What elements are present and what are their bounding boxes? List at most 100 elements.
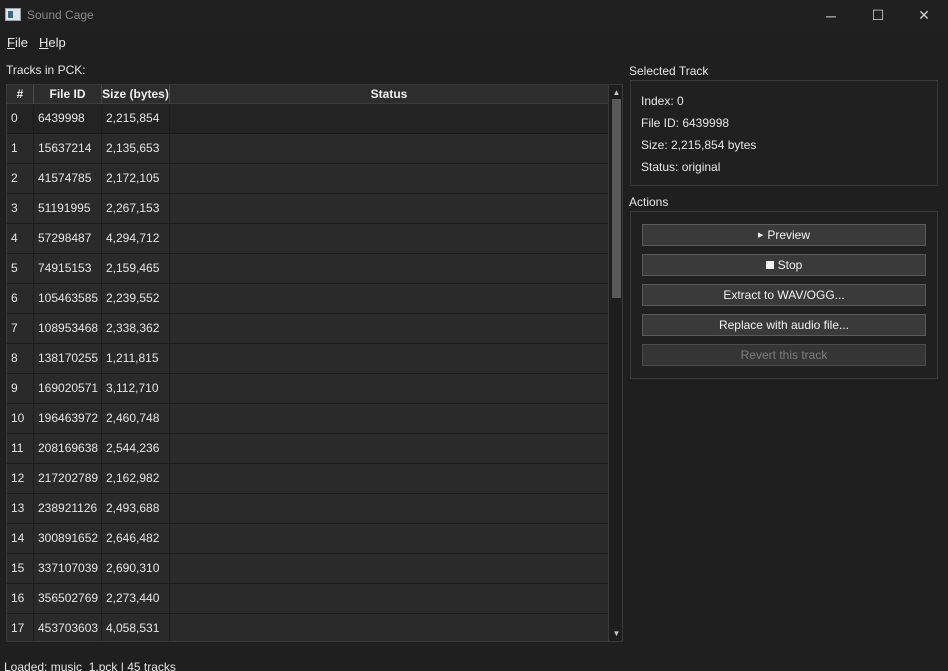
selected-track-panel: Index: 0 File ID: 6439998 Size: 2,215,85… bbox=[630, 80, 938, 186]
cell-file-id: 108953468 bbox=[34, 314, 102, 343]
column-header-size[interactable]: Size (bytes) bbox=[102, 85, 170, 104]
cell-status bbox=[170, 164, 608, 193]
cell-size: 2,267,153 bbox=[102, 194, 170, 223]
status-bar-text: Loaded: music_1.pck | 45 tracks bbox=[4, 660, 176, 671]
cell-index: 0 bbox=[7, 104, 34, 133]
table-row[interactable]: 4 57298487 4,294,712 bbox=[7, 224, 608, 254]
cell-size: 2,172,105 bbox=[102, 164, 170, 193]
cell-status bbox=[170, 404, 608, 433]
cell-size: 2,690,310 bbox=[102, 554, 170, 583]
cell-size: 2,493,688 bbox=[102, 494, 170, 523]
cell-file-id: 105463585 bbox=[34, 284, 102, 313]
cell-file-id: 74915153 bbox=[34, 254, 102, 283]
menu-bar: File Help bbox=[0, 31, 948, 53]
cell-file-id: 300891652 bbox=[34, 524, 102, 553]
extract-button[interactable]: Extract to WAV/OGG... bbox=[642, 284, 926, 306]
stop-button[interactable]: Stop bbox=[642, 254, 926, 276]
cell-size: 2,460,748 bbox=[102, 404, 170, 433]
cell-size: 2,162,982 bbox=[102, 464, 170, 493]
table-row[interactable]: 8 138170255 1,211,815 bbox=[7, 344, 608, 374]
cell-index: 17 bbox=[7, 614, 34, 641]
maximize-button[interactable]: ☐ bbox=[855, 0, 901, 31]
cell-index: 3 bbox=[7, 194, 34, 223]
play-icon: ▶ bbox=[757, 232, 764, 239]
maximize-icon: ☐ bbox=[871, 7, 885, 23]
stop-icon bbox=[765, 261, 774, 269]
table-row[interactable]: 1 15637214 2,135,653 bbox=[7, 134, 608, 164]
cell-status bbox=[170, 614, 608, 641]
table-row[interactable]: 3 51191995 2,267,153 bbox=[7, 194, 608, 224]
cell-status bbox=[170, 524, 608, 553]
cell-status bbox=[170, 104, 608, 133]
cell-status bbox=[170, 284, 608, 313]
cell-index: 5 bbox=[7, 254, 34, 283]
scrollbar-thumb[interactable] bbox=[612, 99, 621, 298]
cell-file-id: 208169638 bbox=[34, 434, 102, 463]
table-row[interactable]: 15 337107039 2,690,310 bbox=[7, 554, 608, 584]
cell-size: 3,112,710 bbox=[102, 374, 170, 403]
cell-index: 13 bbox=[7, 494, 34, 523]
table-row[interactable]: 11 208169638 2,544,236 bbox=[7, 434, 608, 464]
replace-button[interactable]: Replace with audio file... bbox=[642, 314, 926, 336]
cell-file-id: 196463972 bbox=[34, 404, 102, 433]
cell-file-id: 337107039 bbox=[34, 554, 102, 583]
cell-size: 2,544,236 bbox=[102, 434, 170, 463]
column-header-file-id[interactable]: File ID bbox=[34, 85, 102, 104]
window-title: Sound Cage bbox=[27, 8, 94, 22]
table-row[interactable]: 2 41574785 2,172,105 bbox=[7, 164, 608, 194]
table-row[interactable]: 17 453703603 4,058,531 bbox=[7, 614, 608, 641]
cell-status bbox=[170, 584, 608, 613]
table-row[interactable]: 0 6439998 2,215,854 bbox=[7, 104, 608, 134]
cell-file-id: 15637214 bbox=[34, 134, 102, 163]
cell-size: 2,215,854 bbox=[102, 104, 170, 133]
scroll-down-arrow-icon[interactable]: ▼ bbox=[611, 628, 622, 639]
table-row[interactable]: 5 74915153 2,159,465 bbox=[7, 254, 608, 284]
title-bar: Sound Cage ─ ☐ ✕ bbox=[0, 0, 948, 31]
cell-index: 9 bbox=[7, 374, 34, 403]
table-row[interactable]: 6 105463585 2,239,552 bbox=[7, 284, 608, 314]
preview-button[interactable]: ▶ Preview bbox=[642, 224, 926, 246]
table-row[interactable]: 9 169020571 3,112,710 bbox=[7, 374, 608, 404]
cell-size: 2,273,440 bbox=[102, 584, 170, 613]
cell-size: 2,338,362 bbox=[102, 314, 170, 343]
cell-file-id: 217202789 bbox=[34, 464, 102, 493]
cell-status bbox=[170, 134, 608, 163]
menu-file[interactable]: File bbox=[7, 35, 28, 50]
cell-index: 2 bbox=[7, 164, 34, 193]
tracks-label: Tracks in PCK: bbox=[6, 63, 86, 77]
cell-status bbox=[170, 494, 608, 523]
vertical-scrollbar[interactable]: ▲ ▼ bbox=[608, 85, 622, 641]
selected-file-id: File ID: 6439998 bbox=[641, 116, 730, 130]
minimize-button[interactable]: ─ bbox=[808, 0, 854, 31]
table-header: # File ID Size (bytes) Status bbox=[7, 85, 608, 104]
close-button[interactable]: ✕ bbox=[901, 0, 947, 31]
cell-index: 6 bbox=[7, 284, 34, 313]
tracks-table[interactable]: # File ID Size (bytes) Status 0 6439998 2,… bbox=[6, 84, 623, 642]
table-row[interactable]: 7 108953468 2,338,362 bbox=[7, 314, 608, 344]
cell-size: 4,058,531 bbox=[102, 614, 170, 641]
table-row[interactable]: 12 217202789 2,162,982 bbox=[7, 464, 608, 494]
selected-size: Size: 2,215,854 bytes bbox=[641, 138, 757, 152]
scroll-up-arrow-icon[interactable]: ▲ bbox=[611, 87, 622, 98]
selected-status: Status: original bbox=[641, 160, 721, 174]
cell-file-id: 169020571 bbox=[34, 374, 102, 403]
cell-size: 2,135,653 bbox=[102, 134, 170, 163]
table-row[interactable]: 14 300891652 2,646,482 bbox=[7, 524, 608, 554]
table-row[interactable]: 16 356502769 2,273,440 bbox=[7, 584, 608, 614]
cell-file-id: 57298487 bbox=[34, 224, 102, 253]
table-row[interactable]: 10 196463972 2,460,748 bbox=[7, 404, 608, 434]
cell-index: 14 bbox=[7, 524, 34, 553]
cell-index: 15 bbox=[7, 554, 34, 583]
table-body: 0 6439998 2,215,854 1 15637214 2,135,653 2 4157… bbox=[7, 104, 608, 641]
menu-help[interactable]: Help bbox=[39, 35, 66, 50]
cell-size: 2,239,552 bbox=[102, 284, 170, 313]
cell-index: 12 bbox=[7, 464, 34, 493]
cell-file-id: 453703603 bbox=[34, 614, 102, 641]
cell-index: 10 bbox=[7, 404, 34, 433]
table-row[interactable]: 13 238921126 2,493,688 bbox=[7, 494, 608, 524]
column-header-index[interactable]: # bbox=[7, 85, 34, 104]
cell-status bbox=[170, 554, 608, 583]
actions-panel: ▶ Preview Stop Extract to WAV/OGG... Repl… bbox=[630, 211, 938, 379]
column-header-status[interactable]: Status bbox=[170, 85, 608, 104]
cell-status bbox=[170, 464, 608, 493]
